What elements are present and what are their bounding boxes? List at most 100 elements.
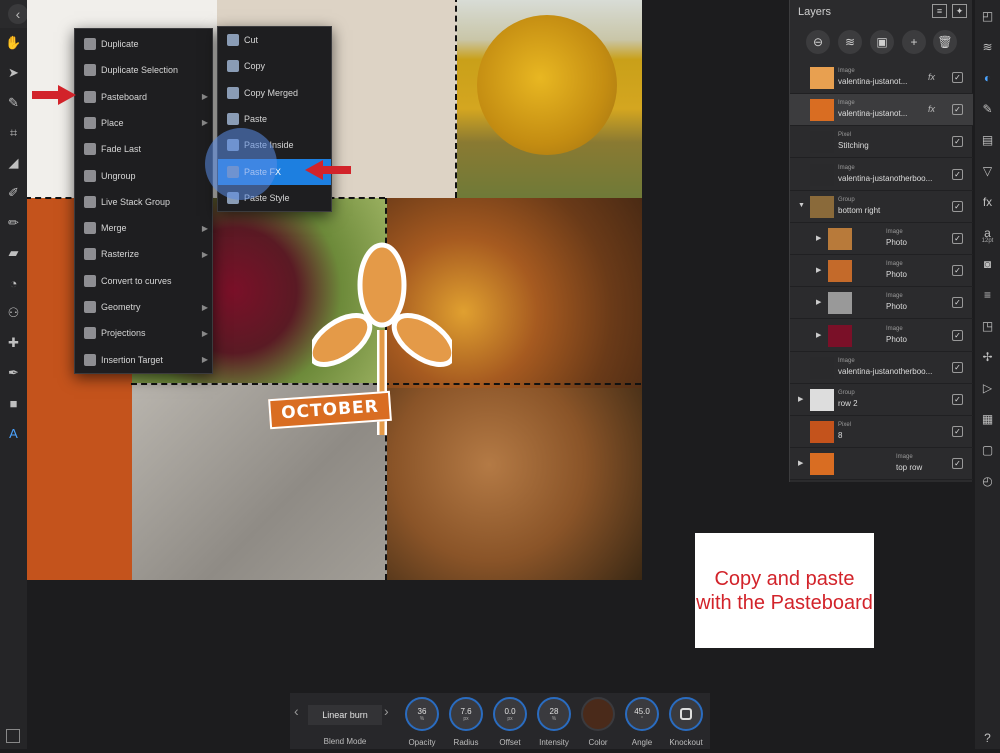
- expand-triangle-icon[interactable]: ▶: [816, 266, 821, 274]
- menu-item[interactable]: Place ▶: [75, 110, 214, 136]
- color-dial[interactable]: [581, 697, 615, 731]
- text-icon[interactable]: A: [0, 418, 27, 448]
- fx-icon[interactable]: fx: [975, 186, 1000, 217]
- menu-item[interactable]: Live Stack Group: [75, 189, 214, 215]
- live-filter-icon[interactable]: ▣: [870, 30, 894, 54]
- filters-icon[interactable]: ▽: [975, 155, 1000, 186]
- history-icon[interactable]: ▤: [975, 124, 1000, 155]
- fx-icon[interactable]: fx: [928, 72, 935, 82]
- mask-icon[interactable]: ⊖: [806, 30, 830, 54]
- fill-icon[interactable]: ◢: [0, 148, 27, 178]
- crop-icon[interactable]: ⌗: [0, 118, 27, 148]
- move-icon[interactable]: ➤: [0, 58, 27, 88]
- visibility-checkbox[interactable]: ✓: [952, 394, 963, 405]
- expand-triangle-icon[interactable]: ▶: [798, 459, 803, 467]
- menu-item[interactable]: Merge ▶: [75, 215, 214, 241]
- radius-dial[interactable]: 7.6 px: [449, 697, 483, 731]
- channels-icon[interactable]: ≡: [975, 279, 1000, 310]
- layer-row[interactable]: ▶ Image Photo ✓: [790, 223, 973, 255]
- stack-icon[interactable]: ≋: [838, 30, 862, 54]
- navigator-icon[interactable]: ◰: [975, 0, 1000, 31]
- clone-icon[interactable]: ⚇: [0, 298, 27, 328]
- blend-prev-icon[interactable]: ‹: [294, 703, 308, 725]
- layer-row[interactable]: ▶ Group row 2 ✓: [790, 384, 973, 416]
- menu-item[interactable]: Geometry ▶: [75, 294, 214, 320]
- submenu-item[interactable]: Copy Merged: [218, 80, 331, 106]
- visibility-checkbox[interactable]: ✓: [952, 200, 963, 212]
- hand-icon[interactable]: ✋: [0, 28, 27, 58]
- healing-icon[interactable]: ✚: [0, 328, 27, 358]
- layers-icon[interactable]: ≋: [975, 31, 1000, 62]
- layer-row[interactable]: Image valentina-justanot... fx ✓: [790, 94, 973, 127]
- fx-icon[interactable]: fx: [928, 104, 935, 114]
- camera-icon[interactable]: ◙: [975, 248, 1000, 279]
- menu-item[interactable]: Duplicate Selection: [75, 57, 214, 83]
- intensity-dial[interactable]: 28%: [537, 697, 571, 731]
- expand-triangle-icon[interactable]: ▶: [816, 298, 821, 306]
- blend-next-icon[interactable]: ›: [384, 703, 398, 725]
- pen-icon[interactable]: ✒: [0, 358, 27, 388]
- layer-row[interactable]: ▶ Image top row ✓: [790, 448, 973, 481]
- visibility-checkbox[interactable]: ✓: [952, 329, 963, 341]
- transform-icon[interactable]: ◳: [975, 310, 1000, 341]
- visibility-checkbox[interactable]: ✓: [952, 72, 963, 83]
- paint-brush-icon[interactable]: ✏: [0, 208, 27, 238]
- adjustments-icon[interactable]: ◐: [975, 62, 1000, 93]
- visibility-checkbox[interactable]: ✓: [952, 168, 963, 180]
- stock-icon[interactable]: ▢: [975, 434, 1000, 465]
- expand-triangle-icon[interactable]: ▼: [798, 202, 805, 209]
- visibility-checkbox[interactable]: ✓: [952, 458, 963, 470]
- expand-triangle-icon[interactable]: ▶: [816, 234, 821, 242]
- clock-icon[interactable]: ◴: [975, 465, 1000, 496]
- visibility-checkbox[interactable]: ✓: [952, 426, 963, 438]
- menu-item[interactable]: Pasteboard ▶: [75, 84, 214, 110]
- rectangle-icon[interactable]: ■: [0, 388, 27, 418]
- visibility-checkbox[interactable]: ✓: [952, 233, 963, 244]
- erase-icon[interactable]: ▰: [0, 238, 27, 268]
- dodge-icon[interactable]: ◔: [0, 268, 27, 298]
- add-layer-icon[interactable]: +: [902, 30, 926, 54]
- layer-row[interactable]: Pixel 8 ✓: [790, 416, 973, 449]
- back-icon[interactable]: ‹: [8, 4, 28, 24]
- submenu-item[interactable]: Copy: [218, 53, 331, 79]
- visibility-checkbox[interactable]: ✓: [952, 297, 963, 309]
- layer-row[interactable]: ▶ Image Photo ✓: [790, 287, 973, 320]
- grid-toggle-icon[interactable]: [6, 729, 20, 743]
- menu-item[interactable]: Convert to curves: [75, 268, 214, 294]
- menu-item[interactable]: Fade Last: [75, 136, 214, 162]
- blend-mode-value[interactable]: Linear burn: [308, 705, 382, 725]
- selection-brush-icon[interactable]: ✐: [0, 178, 27, 208]
- swatches-icon[interactable]: ✢: [975, 341, 1000, 372]
- layer-row[interactable]: Image valentina-justanot... fx ✓: [790, 62, 973, 94]
- brushes-icon[interactable]: ✎: [975, 93, 1000, 124]
- grid-icon[interactable]: ▦: [975, 403, 1000, 434]
- panel-pin-icon[interactable]: ✦: [952, 4, 967, 18]
- layer-row[interactable]: ▼ Group bottom right ✓: [790, 191, 973, 223]
- layer-row[interactable]: Image valentina-justanotherboo... ✓: [790, 159, 973, 191]
- live-filters-icon[interactable]: ▷: [975, 372, 1000, 403]
- menu-item[interactable]: Insertion Target ▶: [75, 347, 214, 373]
- layer-row[interactable]: Pixel Stitching ✓: [790, 126, 973, 159]
- offset-dial[interactable]: 0.0 px: [493, 697, 527, 731]
- layer-row[interactable]: ▶ Image Photo ✓: [790, 255, 973, 288]
- angle-dial[interactable]: 45.0 °: [625, 697, 659, 731]
- menu-item[interactable]: Rasterize ▶: [75, 241, 214, 267]
- delete-icon[interactable]: 🗑: [933, 30, 957, 54]
- menu-item[interactable]: Projections ▶: [75, 320, 214, 346]
- layer-row[interactable]: ▶ Image Photo ✓: [790, 320, 973, 352]
- expand-triangle-icon[interactable]: ▶: [816, 331, 821, 339]
- visibility-checkbox[interactable]: ✓: [952, 265, 963, 277]
- knockout-dial[interactable]: [669, 697, 703, 731]
- visibility-checkbox[interactable]: ✓: [952, 136, 963, 148]
- color-picker-icon[interactable]: ✎: [0, 88, 27, 118]
- expand-triangle-icon[interactable]: ▶: [798, 395, 803, 403]
- visibility-checkbox[interactable]: ✓: [952, 361, 963, 373]
- visibility-checkbox[interactable]: ✓: [952, 104, 963, 116]
- panel-menu-icon[interactable]: ≡: [932, 4, 947, 18]
- submenu-item[interactable]: Cut: [218, 27, 331, 53]
- menu-item[interactable]: Duplicate: [75, 31, 214, 57]
- help-icon[interactable]: ?: [975, 722, 1000, 753]
- menu-item[interactable]: Ungroup: [75, 163, 214, 189]
- opacity-dial[interactable]: 36%: [405, 697, 439, 731]
- layer-row[interactable]: Image valentina-justanotherboo... ✓: [790, 352, 973, 384]
